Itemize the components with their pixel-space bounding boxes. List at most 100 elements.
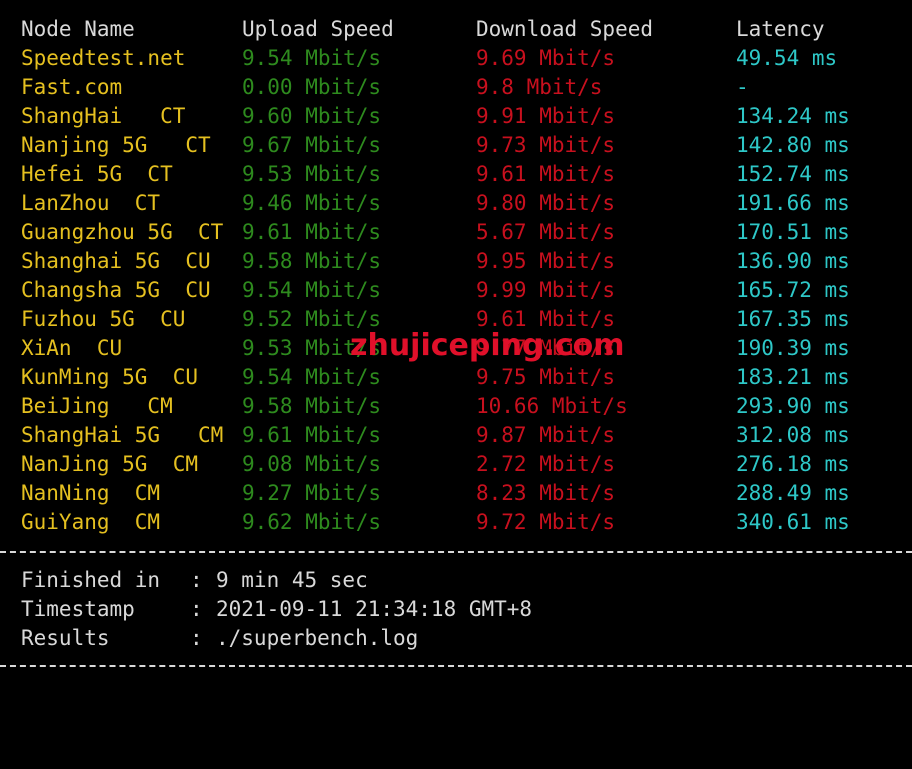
download-speed-cell: 9.99 Mbit/s bbox=[476, 278, 616, 302]
latency-cell: 165.72 ms bbox=[736, 278, 850, 302]
download-speed-cell: 2.72 Mbit/s bbox=[476, 452, 616, 476]
upload-speed-cell: 9.61 Mbit/s bbox=[242, 423, 382, 447]
upload-speed-cell: 9.54 Mbit/s bbox=[242, 278, 382, 302]
node-name-cell: LanZhou CT bbox=[21, 191, 161, 215]
summary-label: Results bbox=[21, 626, 110, 650]
latency-cell: 136.90 ms bbox=[736, 249, 850, 273]
terminal-window: Node Name Upload Speed Download Speed La… bbox=[0, 0, 912, 672]
upload-speed-cell: 9.53 Mbit/s bbox=[242, 162, 382, 186]
table-row: Shanghai 5G CU 9.58 Mbit/s 9.95 Mbit/s 136.… bbox=[0, 247, 912, 276]
latency-cell: - bbox=[736, 75, 749, 99]
node-name-cell: Fuzhou 5G CU bbox=[21, 307, 186, 331]
latency-cell: 190.39 ms bbox=[736, 336, 850, 360]
table-row: Speedtest.net 9.54 Mbit/s 9.69 Mbit/s 49.54… bbox=[0, 44, 912, 73]
summary-row-timestamp: Timestamp : 2021-09-11 21:34:18 GMT+8 bbox=[0, 595, 912, 624]
node-name-cell: NanJing 5G CM bbox=[21, 452, 199, 476]
header-upload-speed: Upload Speed bbox=[242, 17, 394, 41]
node-name-cell: ShangHai 5G CM bbox=[21, 423, 224, 447]
upload-speed-cell: 9.54 Mbit/s bbox=[242, 46, 382, 70]
upload-speed-cell: 9.08 Mbit/s bbox=[242, 452, 382, 476]
node-name-cell: Shanghai 5G CU bbox=[21, 249, 211, 273]
download-speed-cell: 9.91 Mbit/s bbox=[476, 104, 616, 128]
latency-cell: 167.35 ms bbox=[736, 307, 850, 331]
download-speed-cell: 9.61 Mbit/s bbox=[476, 162, 616, 186]
latency-cell: 293.90 ms bbox=[736, 394, 850, 418]
table-row: LanZhou CT 9.46 Mbit/s 9.80 Mbit/s 191.66 m… bbox=[0, 189, 912, 218]
node-name-cell: ShangHai CT bbox=[21, 104, 186, 128]
upload-speed-cell: 9.27 Mbit/s bbox=[242, 481, 382, 505]
latency-cell: 142.80 ms bbox=[736, 133, 850, 157]
table-row: Changsha 5G CU 9.54 Mbit/s 9.99 Mbit/s 165.… bbox=[0, 276, 912, 305]
watermark-text: zhujiceping.com bbox=[350, 328, 625, 363]
latency-cell: 183.21 ms bbox=[736, 365, 850, 389]
latency-cell: 134.24 ms bbox=[736, 104, 850, 128]
node-name-cell: Speedtest.net bbox=[21, 46, 186, 70]
node-name-cell: Guangzhou 5G CT bbox=[21, 220, 224, 244]
node-name-cell: Fast.com bbox=[21, 75, 123, 99]
table-row: NanNing CM 9.27 Mbit/s 8.23 Mbit/s 288.49 m… bbox=[0, 479, 912, 508]
table-row: ShangHai CT 9.60 Mbit/s 9.91 Mbit/s 134.24 … bbox=[0, 102, 912, 131]
header-latency: Latency bbox=[736, 17, 825, 41]
header-download-speed: Download Speed bbox=[476, 17, 654, 41]
latency-cell: 276.18 ms bbox=[736, 452, 850, 476]
node-name-cell: NanNing CM bbox=[21, 481, 161, 505]
upload-speed-cell: 9.61 Mbit/s bbox=[242, 220, 382, 244]
latency-cell: 170.51 ms bbox=[736, 220, 850, 244]
download-speed-cell: 9.75 Mbit/s bbox=[476, 365, 616, 389]
table-row: NanJing 5G CM 9.08 Mbit/s 2.72 Mbit/s 276.1… bbox=[0, 450, 912, 479]
summary-colon: : bbox=[190, 597, 203, 621]
download-speed-cell: 9.87 Mbit/s bbox=[476, 423, 616, 447]
latency-cell: 312.08 ms bbox=[736, 423, 850, 447]
upload-speed-cell: 0.00 Mbit/s bbox=[242, 75, 382, 99]
node-name-cell: Hefei 5G CT bbox=[21, 162, 173, 186]
node-name-cell: XiAn CU bbox=[21, 336, 123, 360]
summary-value: 2021-09-11 21:34:18 GMT+8 bbox=[216, 597, 533, 621]
table-row: BeiJing CM 9.58 Mbit/s 10.66 Mbit/s 293.90 … bbox=[0, 392, 912, 421]
summary-value: ./superbench.log bbox=[216, 626, 419, 650]
node-name-cell: KunMing 5G CU bbox=[21, 365, 199, 389]
summary-row-results: Results : ./superbench.log bbox=[0, 624, 912, 653]
upload-speed-cell: 9.54 Mbit/s bbox=[242, 365, 382, 389]
download-speed-cell: 10.66 Mbit/s bbox=[476, 394, 628, 418]
latency-cell: 191.66 ms bbox=[736, 191, 850, 215]
download-speed-cell: 9.95 Mbit/s bbox=[476, 249, 616, 273]
upload-speed-cell: 9.67 Mbit/s bbox=[242, 133, 382, 157]
separator-line-bottom bbox=[0, 665, 912, 667]
upload-speed-cell: 9.62 Mbit/s bbox=[242, 510, 382, 534]
download-speed-cell: 9.69 Mbit/s bbox=[476, 46, 616, 70]
summary-colon: : bbox=[190, 626, 203, 650]
table-row: Fast.com 0.00 Mbit/s 9.8 Mbit/s - bbox=[0, 73, 912, 102]
node-name-cell: Changsha 5G CU bbox=[21, 278, 211, 302]
table-row: GuiYang CM 9.62 Mbit/s 9.72 Mbit/s 340.61 m… bbox=[0, 508, 912, 537]
download-speed-cell: 9.80 Mbit/s bbox=[476, 191, 616, 215]
summary-row-finished: Finished in : 9 min 45 sec bbox=[0, 566, 912, 595]
upload-speed-cell: 9.60 Mbit/s bbox=[242, 104, 382, 128]
table-row: Guangzhou 5G CT 9.61 Mbit/s 5.67 Mbit/s 170… bbox=[0, 218, 912, 247]
summary-label: Finished in bbox=[21, 568, 161, 592]
download-speed-cell: 9.72 Mbit/s bbox=[476, 510, 616, 534]
separator-line bbox=[0, 551, 912, 553]
header-node-name: Node Name bbox=[21, 17, 135, 41]
upload-speed-cell: 9.46 Mbit/s bbox=[242, 191, 382, 215]
latency-cell: 288.49 ms bbox=[736, 481, 850, 505]
node-name-cell: Nanjing 5G CT bbox=[21, 133, 211, 157]
table-row: KunMing 5G CU 9.54 Mbit/s 9.75 Mbit/s 183.2… bbox=[0, 363, 912, 392]
table-row: Hefei 5G CT 9.53 Mbit/s 9.61 Mbit/s 152.74 … bbox=[0, 160, 912, 189]
latency-cell: 340.61 ms bbox=[736, 510, 850, 534]
download-speed-cell: 9.8 Mbit/s bbox=[476, 75, 603, 99]
latency-cell: 152.74 ms bbox=[736, 162, 850, 186]
summary-value: 9 min 45 sec bbox=[216, 568, 368, 592]
node-name-cell: GuiYang CM bbox=[21, 510, 161, 534]
header-row: Node Name Upload Speed Download Speed La… bbox=[0, 15, 912, 44]
download-speed-cell: 5.67 Mbit/s bbox=[476, 220, 616, 244]
upload-speed-cell: 9.58 Mbit/s bbox=[242, 249, 382, 273]
table-row: ShangHai 5G CM 9.61 Mbit/s 9.87 Mbit/s 312.… bbox=[0, 421, 912, 450]
latency-cell: 49.54 ms bbox=[736, 46, 838, 70]
download-speed-cell: 8.23 Mbit/s bbox=[476, 481, 616, 505]
node-name-cell: BeiJing CM bbox=[21, 394, 173, 418]
summary-colon: : bbox=[190, 568, 203, 592]
table-row: Nanjing 5G CT 9.67 Mbit/s 9.73 Mbit/s 142.8… bbox=[0, 131, 912, 160]
upload-speed-cell: 9.58 Mbit/s bbox=[242, 394, 382, 418]
summary-label: Timestamp bbox=[21, 597, 135, 621]
download-speed-cell: 9.73 Mbit/s bbox=[476, 133, 616, 157]
